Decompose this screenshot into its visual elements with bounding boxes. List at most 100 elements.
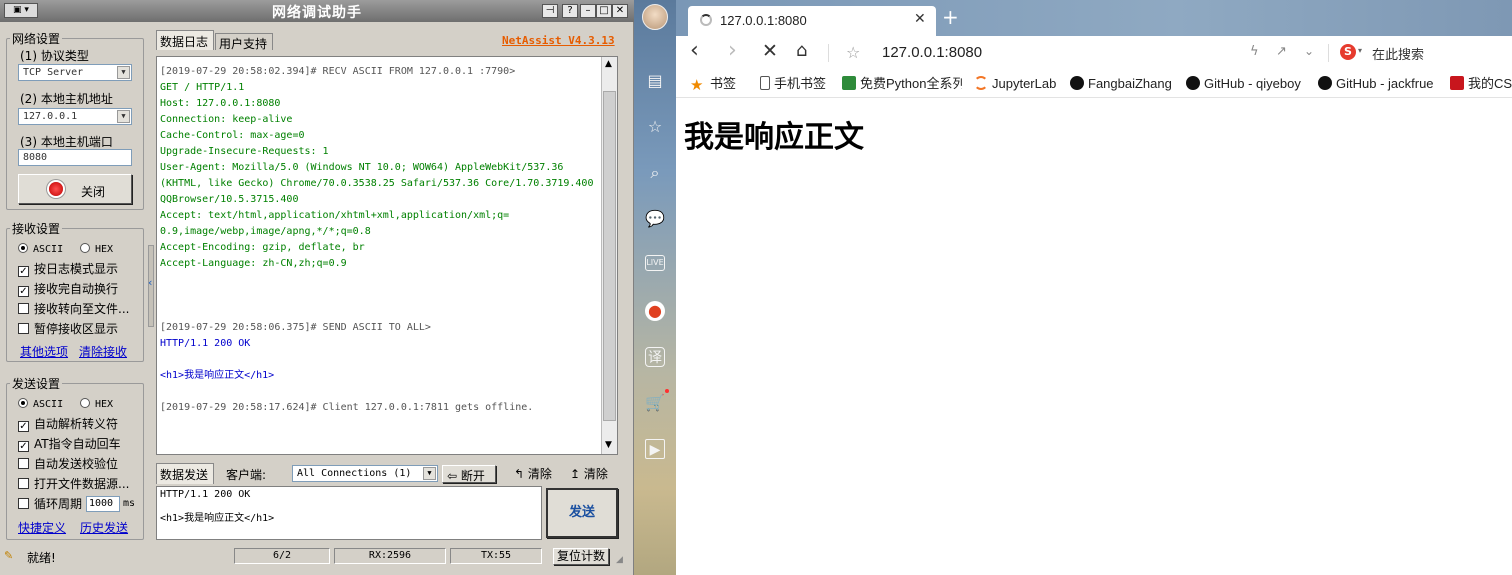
url-field[interactable]: 127.0.0.1:8080 — [882, 44, 982, 61]
live-icon[interactable]: LIVE — [645, 255, 665, 271]
protocol-value: TCP Server — [23, 67, 84, 78]
engine-dropdown-icon[interactable]: ▾ — [1358, 46, 1362, 55]
send-button[interactable]: 发送 — [546, 488, 618, 538]
page-heading: 我是响应正文 — [684, 120, 864, 155]
receive-settings-label: 接收设置 — [10, 220, 63, 237]
send-tab[interactable]: 数据发送 — [156, 463, 214, 484]
back-icon[interactable]: ‹ — [690, 38, 699, 63]
video-icon[interactable]: ▶ — [645, 439, 665, 459]
receive-option-checkbox[interactable]: ✓ 按日志模式显示 — [18, 261, 118, 277]
send-text-area[interactable]: HTTP/1.1 200 OK <h1>我是响应正文</h1> — [156, 486, 542, 540]
send-option-checkbox[interactable]: 打开文件数据源... — [18, 476, 129, 492]
close-tab-icon[interactable]: ✕ — [914, 11, 926, 27]
send-tab-label: 数据发送 — [160, 468, 209, 482]
chevron-down-icon[interactable]: ⌄ — [1304, 44, 1314, 58]
port-input[interactable]: 8080 — [18, 149, 132, 166]
loop-period-checkbox[interactable]: 循环周期 — [18, 496, 82, 512]
bookmark-item-csdn[interactable]: 我的CSDN — [1450, 75, 1512, 93]
lightning-icon[interactable]: ϟ — [1250, 44, 1259, 59]
chevron-down-icon: ▼ — [117, 66, 130, 79]
pin-icon[interactable]: ⊣ — [542, 4, 558, 18]
bookmark-star-icon[interactable]: ☆ — [846, 43, 860, 62]
avatar[interactable] — [642, 4, 668, 30]
loop-unit: ms — [123, 498, 136, 509]
bookmark-item-github-jackfrue[interactable]: GitHub - jackfrue — [1318, 75, 1438, 93]
help-icon[interactable]: ? — [562, 4, 578, 18]
chat-bubble-icon[interactable]: 💬 — [645, 209, 665, 229]
checkbox-checked-icon: ✓ — [18, 286, 29, 297]
bookmark-item-python[interactable]: 免费Python全系列 — [842, 75, 962, 93]
scroll-thumb[interactable] — [603, 91, 616, 421]
tab-user-support[interactable]: 用户支持 — [215, 33, 273, 51]
resize-grip-icon[interactable]: ◢ — [616, 555, 623, 565]
bookmark-item-favorites[interactable]: ★ 书签 — [690, 75, 736, 93]
log-line: Host: 127.0.0.1:8080 — [160, 98, 281, 109]
share-icon[interactable]: ↗ — [1276, 44, 1287, 59]
star-icon: ★ — [690, 77, 704, 94]
search-icon[interactable]: ⌕ — [645, 163, 665, 183]
translate-icon[interactable]: 译 — [645, 347, 665, 367]
send-option-checkbox[interactable]: ✓ 自动解析转义符 — [18, 416, 118, 432]
browser-tab[interactable]: 127.0.0.1:8080 ✕ — [688, 6, 936, 36]
ascii-label: ASCII — [33, 244, 64, 255]
panel-collapse-handle[interactable]: ‹ — [148, 245, 154, 327]
history-send-link[interactable]: 历史发送 — [80, 519, 128, 536]
disconnect-button[interactable]: ⇦ 断开 — [442, 465, 496, 483]
new-tab-icon[interactable]: + — [942, 5, 959, 29]
home-icon[interactable]: ⌂ — [796, 40, 807, 61]
option-label: 自动发送校验位 — [34, 457, 119, 471]
receive-option-checkbox[interactable]: ✓ 接收完自动换行 — [18, 281, 118, 297]
search-placeholder[interactable]: 在此搜索 — [1372, 44, 1424, 63]
minimize-icon[interactable]: – — [580, 4, 596, 18]
send-ascii-radio[interactable]: ASCII — [18, 397, 63, 413]
close-connection-button[interactable]: 关闭 — [18, 174, 132, 204]
protocol-select[interactable]: TCP Server ▼ — [18, 64, 132, 81]
client-label: 客户端: — [226, 468, 267, 482]
bookmark-label: 书签 — [710, 76, 737, 91]
csdn-icon — [1450, 76, 1464, 90]
other-options-link[interactable]: 其他选项 — [20, 343, 68, 360]
client-select[interactable]: All Connections (1) ▼ — [292, 465, 438, 482]
shopping-cart-icon[interactable]: 🛒 — [645, 393, 665, 413]
send-option-checkbox[interactable]: 自动发送校验位 — [18, 456, 118, 472]
browser-window: 127.0.0.1:8080 ✕ + ‹ › ✕ ⌂ ☆ 127.0.0.1:8… — [676, 0, 1512, 575]
clear-send-button[interactable]: ↰ 清除 — [514, 465, 552, 482]
bookmark-item-mobile[interactable]: 手机书签 — [760, 75, 826, 93]
checkbox-icon — [18, 303, 29, 314]
receive-log-area[interactable]: [2019-07-29 20:58:02.394]# RECV ASCII FR… — [156, 56, 618, 455]
chevron-down-icon: ▼ — [423, 467, 436, 480]
clear-history-button[interactable]: ↥ 清除 — [570, 465, 608, 482]
clear-receive-link[interactable]: 清除接收 — [79, 343, 127, 360]
bookmark-item-github-qiyeboy[interactable]: GitHub - qiyeboy — [1186, 75, 1306, 93]
bookmark-label: 免费Python全系列 — [860, 76, 962, 91]
scroll-down-icon[interactable]: ▼ — [605, 440, 612, 450]
send-hex-radio[interactable]: HEX — [80, 397, 113, 413]
tab-data-log[interactable]: 数据日志 — [156, 30, 214, 50]
bookmark-item-fangbaizhang[interactable]: FangbaiZhang — [1070, 75, 1172, 93]
sogou-search-icon[interactable]: S — [1340, 44, 1356, 60]
log-line: Accept-Language: zh-CN,zh;q=0.9 — [160, 258, 347, 269]
scroll-up-icon[interactable]: ▲ — [605, 59, 612, 69]
game-icon[interactable]: ● — [645, 301, 665, 321]
log-scrollbar[interactable]: ▲ ▼ — [601, 57, 617, 454]
stop-loading-icon[interactable]: ✕ — [762, 40, 778, 62]
shortcut-define-link[interactable]: 快捷定义 — [18, 519, 66, 536]
receive-option-checkbox[interactable]: 暂停接收区显示 — [18, 321, 118, 337]
reset-count-button[interactable]: 复位计数 — [553, 548, 609, 565]
radio-icon — [80, 243, 90, 253]
checkbox-icon — [18, 323, 29, 334]
forward-icon[interactable]: › — [728, 38, 737, 63]
receive-ascii-radio[interactable]: ASCII — [18, 242, 63, 258]
receive-option-checkbox[interactable]: 接收转向至文件... — [18, 301, 129, 317]
maximize-icon[interactable]: □ — [596, 4, 612, 18]
receive-hex-radio[interactable]: HEX — [80, 242, 113, 258]
close-window-icon[interactable]: ✕ — [612, 4, 628, 18]
loop-period-input[interactable]: 1000 — [86, 496, 120, 512]
log-line: Accept-Encoding: gzip, deflate, br — [160, 242, 365, 253]
news-icon[interactable]: ▤ — [645, 71, 665, 91]
send-option-checkbox[interactable]: ✓ AT指令自动回车 — [18, 436, 121, 452]
host-select[interactable]: 127.0.0.1 ▼ — [18, 108, 132, 125]
arrow-left-icon: ⇦ — [447, 469, 458, 483]
bookmark-item-jupyterlab[interactable]: JupyterLab — [974, 75, 1056, 93]
favorites-star-icon[interactable]: ☆ — [645, 117, 665, 137]
